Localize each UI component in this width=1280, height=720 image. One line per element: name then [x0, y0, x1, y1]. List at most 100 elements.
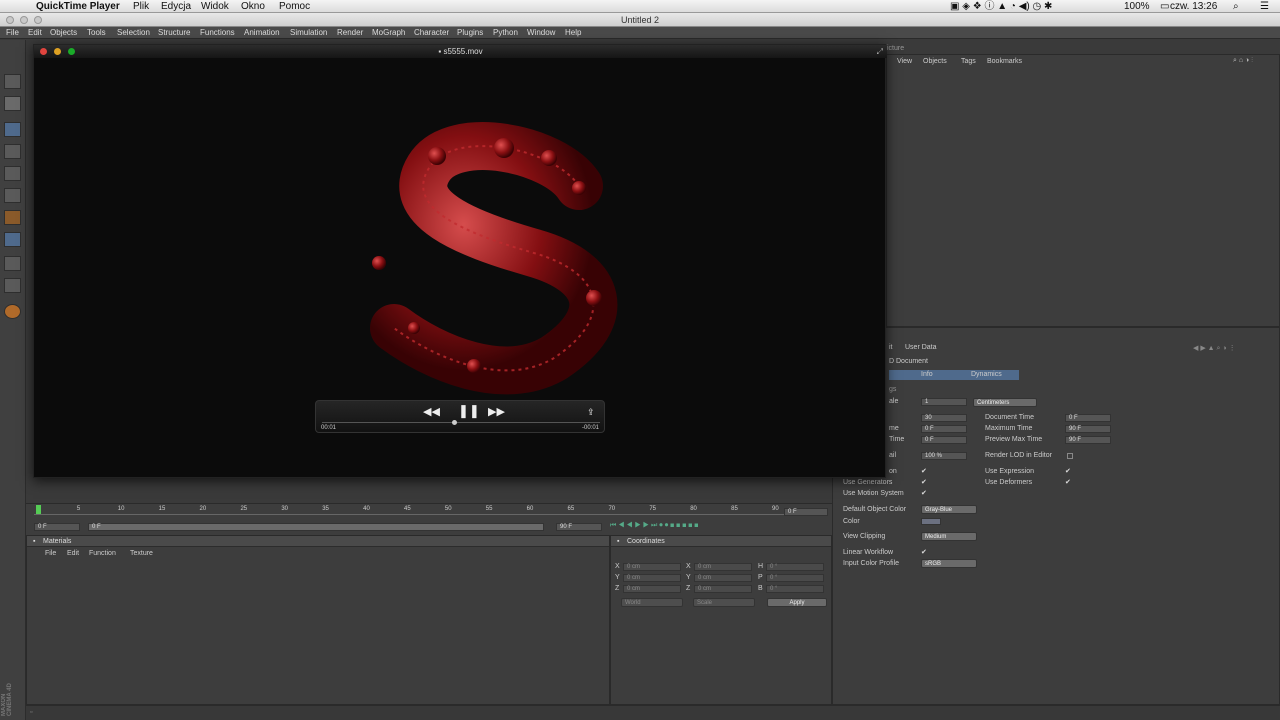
pause-icon[interactable]: ❚❚ [458, 404, 480, 417]
c4d-menu-render[interactable]: Render [337, 27, 363, 39]
coord-mode-scale[interactable]: Scale [693, 598, 755, 607]
obj-menu-objects[interactable]: Objects [923, 58, 947, 65]
menu-okno[interactable]: Okno [241, 0, 265, 13]
coord-pos-y[interactable]: 0 cm [623, 574, 681, 582]
fps-field[interactable]: 30 [921, 414, 967, 422]
scale-field[interactable]: 1 [921, 398, 967, 406]
mat-menu-texture[interactable]: Texture [130, 550, 153, 557]
lod-field[interactable]: 100 % [921, 452, 967, 460]
coord-rot-p[interactable]: 0 ° [766, 574, 824, 582]
timeline-ruler[interactable] [34, 514, 784, 515]
use-expression-check[interactable]: ✔ [1065, 467, 1071, 475]
mat-menu-function[interactable]: Function [89, 550, 116, 557]
c4d-menu-simulation[interactable]: Simulation [290, 27, 327, 39]
attr-menu-fragment[interactable]: it [889, 344, 893, 351]
color-swatch[interactable] [921, 518, 941, 525]
menu-pomoc[interactable]: Pomoc [279, 0, 310, 13]
close-icon[interactable] [6, 16, 14, 24]
grid-icon[interactable] [4, 278, 21, 293]
c4d-menu-structure[interactable]: Structure [158, 27, 190, 39]
start-frame-field[interactable]: 0 F [34, 523, 80, 531]
coord-size-z[interactable]: 0 cm [694, 585, 752, 593]
scrub-bar[interactable] [322, 422, 600, 423]
preview-max-field[interactable]: 90 F [1065, 436, 1111, 444]
obj-search-icon[interactable]: ⌕ ⌂ ◑ ⋮ [1233, 57, 1253, 65]
rewind-icon[interactable]: ◀◀ [423, 406, 440, 418]
c4d-menu-functions[interactable]: Functions [200, 27, 235, 39]
c4d-menu-tools[interactable]: Tools [87, 27, 106, 39]
notification-icon[interactable]: ☰ [1260, 0, 1269, 13]
render-lod-checkbox[interactable] [1067, 453, 1073, 459]
checker-icon[interactable] [4, 96, 21, 111]
min-time-field[interactable]: 0 F [921, 425, 967, 433]
spotlight-icon[interactable]: ⌕ [1233, 0, 1239, 13]
points-mode-icon[interactable] [4, 122, 21, 137]
mat-menu-edit[interactable]: Edit [67, 550, 79, 557]
use-deformers-check[interactable]: ✔ [1065, 478, 1071, 486]
coord-pos-z[interactable]: 0 cm [623, 585, 681, 593]
obj-menu-bookmarks[interactable]: Bookmarks [987, 58, 1022, 65]
qt-minimize-icon[interactable] [54, 48, 61, 55]
status-icons[interactable]: ▣ ◈ ❖ ⓘ ▲ ◔ ◀) ◷ ✱ [950, 0, 1052, 13]
c4d-menu-edit[interactable]: Edit [28, 27, 42, 39]
minimize-icon[interactable] [20, 16, 28, 24]
snap-icon[interactable] [4, 256, 21, 271]
coord-size-x[interactable]: 0 cm [694, 563, 752, 571]
coord-rot-h[interactable]: 0 ° [766, 563, 824, 571]
locked-workplane-icon[interactable] [4, 304, 21, 319]
scale-unit-dropdown[interactable]: Centimeters [973, 398, 1037, 407]
battery-icon[interactable]: ▭ [1160, 0, 1169, 13]
qt-fullscreen-icon[interactable]: ⤢ [877, 45, 883, 58]
end-frame-field[interactable]: 90 F [556, 523, 602, 531]
share-icon[interactable]: ⇪ [587, 406, 595, 418]
c4d-menu-mograph[interactable]: MoGraph [372, 27, 405, 39]
c4d-menu-plugins[interactable]: Plugins [457, 27, 483, 39]
battery-text[interactable]: 100% [1124, 0, 1150, 13]
timeline-playhead[interactable] [36, 505, 41, 514]
menu-plik[interactable]: Plik [133, 0, 149, 13]
attr-nav-icons[interactable]: ◀ ▶ ▲ ⌕ ◑ ⋮ [1193, 344, 1236, 353]
apply-button[interactable]: Apply [767, 598, 827, 607]
c4d-menu-python[interactable]: Python [493, 27, 518, 39]
c4d-menu-file[interactable]: File [6, 27, 19, 39]
workplane-icon[interactable] [4, 232, 21, 247]
coords-grip-icon[interactable]: ▪ [617, 536, 619, 547]
doc-time-field[interactable]: 0 F [1065, 414, 1111, 422]
scrub-handle[interactable] [452, 420, 457, 425]
attr-menu-user-data[interactable]: User Data [905, 344, 937, 351]
fast-forward-icon[interactable]: ▶▶ [488, 406, 505, 418]
qt-zoom-icon[interactable] [68, 48, 75, 55]
view-clipping-dropdown[interactable]: Medium [921, 532, 977, 541]
current-frame-field[interactable]: 0 F [784, 508, 828, 516]
input-profile-dropdown[interactable]: sRGB [921, 559, 977, 568]
range-slider[interactable]: 0 F [88, 523, 544, 531]
obj-menu-view[interactable]: View [897, 58, 912, 65]
c4d-menu-objects[interactable]: Objects [50, 27, 77, 39]
coord-mode-world[interactable]: World [621, 598, 683, 607]
max-time-field[interactable]: 90 F [1065, 425, 1111, 433]
c4d-menu-animation[interactable]: Animation [244, 27, 280, 39]
mat-menu-file[interactable]: File [45, 550, 56, 557]
clock[interactable]: czw. 13:26 [1170, 0, 1217, 13]
preview-min-field[interactable]: 0 F [921, 436, 967, 444]
c4d-menu-character[interactable]: Character [414, 27, 449, 39]
coord-rot-b[interactable]: 0 ° [766, 585, 824, 593]
default-color-dropdown[interactable]: Gray-Blue [921, 505, 977, 514]
edges-mode-icon[interactable] [4, 144, 21, 159]
coord-pos-x[interactable]: 0 cm [623, 563, 681, 571]
c4d-menu-selection[interactable]: Selection [117, 27, 150, 39]
use-motion-check[interactable]: ✔ [921, 489, 927, 497]
linear-workflow-check[interactable]: ✔ [921, 548, 927, 556]
polygons-mode-icon[interactable] [4, 166, 21, 181]
c4d-menu-window[interactable]: Window [527, 27, 555, 39]
app-menu[interactable]: QuickTime Player [36, 0, 120, 13]
object-tab-fragment[interactable]: icture [887, 45, 904, 52]
playback-controls[interactable]: ⏮ ◀ ◀ ▶ ▶ ⏭ ⏺ ⏺ ◼ ◼ ◼ ◼ ◼ [610, 522, 698, 530]
materials-grip-icon[interactable]: ▪ [33, 536, 35, 547]
film-icon[interactable] [4, 74, 21, 89]
c4d-menu-help[interactable]: Help [565, 27, 581, 39]
qt-close-icon[interactable] [40, 48, 47, 55]
texture-mode-icon[interactable] [4, 210, 21, 225]
zoom-icon[interactable] [34, 16, 42, 24]
use-generators-check[interactable]: ✔ [921, 478, 927, 486]
